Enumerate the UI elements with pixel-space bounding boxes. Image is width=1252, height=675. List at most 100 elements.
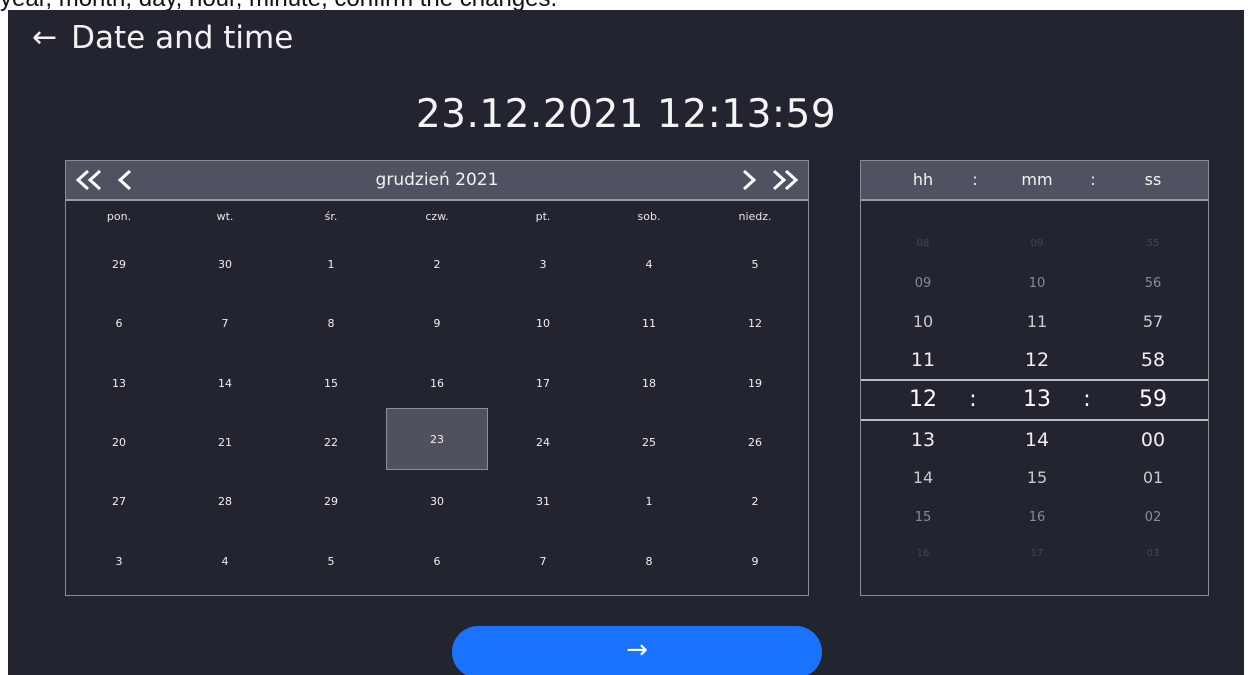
time-separator: : (1083, 387, 1091, 412)
calendar-day[interactable]: 5 (702, 235, 808, 294)
weekday-label: czw. (425, 210, 449, 223)
time-row[interactable]: 11 12 58 (861, 341, 1208, 379)
header-separator: : (972, 170, 978, 189)
minute-value: 14 (1024, 429, 1050, 451)
calendar-day[interactable]: 1 (278, 235, 384, 294)
seconds-header: ss (1144, 170, 1162, 189)
calendar-day[interactable]: 12 (702, 294, 808, 353)
calendar-day[interactable]: 3 (490, 235, 596, 294)
minute-value: 10 (1028, 276, 1046, 291)
calendar-day[interactable]: 6 (384, 532, 490, 591)
calendar-day[interactable]: 19 (702, 354, 808, 413)
calendar-day[interactable]: 29 (66, 235, 172, 294)
calendar-day[interactable]: 2 (702, 472, 808, 531)
second-value: 56 (1144, 276, 1162, 291)
calendar-day[interactable]: 8 (278, 294, 384, 353)
calendar-day[interactable]: 22 (278, 413, 384, 472)
calendar-days-grid: 29 30 1 2 3 4 5 6 7 8 9 10 11 12 13 14 15 16 17 18 19 20 21 22 2… (66, 235, 808, 591)
second-value: 55 (1146, 238, 1160, 249)
calendar-day[interactable]: 18 (596, 354, 702, 413)
calendar-day[interactable]: 31 (490, 472, 596, 531)
calendar-day[interactable]: 7 (172, 294, 278, 353)
minute-value: 15 (1026, 468, 1048, 487)
month-label: grudzień 2021 (375, 170, 499, 190)
next-month-button[interactable] (738, 161, 758, 199)
current-datetime: 23.12.2021 12:13:59 (415, 92, 837, 137)
calendar-day[interactable]: 29 (278, 472, 384, 531)
next-year-button[interactable] (766, 161, 802, 199)
calendar-day[interactable]: 24 (490, 413, 596, 472)
calendar-day[interactable]: 10 (490, 294, 596, 353)
hour-value: 14 (912, 468, 934, 487)
second-value: 57 (1142, 312, 1164, 331)
calendar-day[interactable]: 30 (384, 472, 490, 531)
calendar-day[interactable]: 14 (172, 354, 278, 413)
second-value: 00 (1140, 429, 1166, 451)
time-picker: hh : mm : ss 08 09 55 09 10 56 10 11 57 11 12 58 12 1… (860, 160, 1209, 596)
second-value: 01 (1142, 468, 1164, 487)
calendar-day[interactable]: 2 (384, 235, 490, 294)
calendar-day[interactable]: 9 (384, 294, 490, 353)
calendar-day[interactable]: 17 (490, 354, 596, 413)
calendar-day[interactable]: 26 (702, 413, 808, 472)
hour-value: 08 (916, 238, 930, 249)
minute-value: 17 (1030, 548, 1044, 559)
minute-value: 09 (1030, 238, 1044, 249)
second-value: 59 (1139, 387, 1167, 412)
minute-value: 11 (1026, 312, 1048, 331)
calendar-day[interactable]: 4 (596, 235, 702, 294)
time-row[interactable]: 15 16 02 (861, 499, 1208, 537)
calendar-day[interactable]: 9 (702, 532, 808, 591)
time-row[interactable]: 09 10 56 (861, 265, 1208, 303)
weekday-label: sob. (637, 210, 661, 223)
minute-value: 13 (1023, 387, 1051, 412)
calendar-day[interactable]: 28 (172, 472, 278, 531)
hour-value: 12 (909, 387, 937, 412)
calendar-day[interactable]: 1 (596, 472, 702, 531)
time-row[interactable]: 16 17 03 (861, 535, 1208, 573)
calendar-day[interactable]: 21 (172, 413, 278, 472)
back-arrow-icon[interactable]: ← (32, 23, 57, 53)
time-separator: : (969, 387, 977, 412)
time-picker-header: hh : mm : ss (861, 161, 1208, 201)
calendar-day-selected[interactable]: 23 (386, 407, 488, 471)
confirm-button[interactable]: → (452, 626, 822, 675)
weekday-row: pon. wt. śr. czw. pt. sob. niedz. (66, 205, 808, 229)
hour-value: 10 (912, 312, 934, 331)
calendar-day[interactable]: 5 (278, 532, 384, 591)
date-time-screen: ← Date and time 23.12.2021 12:13:59 grud… (8, 10, 1244, 675)
hour-value: 16 (916, 548, 930, 559)
calendar-day[interactable]: 6 (66, 294, 172, 353)
minute-value: 12 (1024, 349, 1050, 371)
chevron-right-icon (742, 169, 757, 191)
calendar-day[interactable]: 11 (596, 294, 702, 353)
time-row[interactable]: 13 14 00 (861, 421, 1208, 459)
calendar-day[interactable]: 4 (172, 532, 278, 591)
hour-value: 13 (910, 429, 936, 451)
page-header: ← Date and time (32, 16, 293, 60)
minutes-header: mm (1021, 170, 1053, 189)
calendar-day[interactable]: 16 (384, 354, 490, 413)
second-value: 03 (1146, 548, 1160, 559)
time-row[interactable]: 10 11 57 (861, 303, 1208, 341)
calendar-day[interactable]: 25 (596, 413, 702, 472)
weekday-label: pon. (106, 210, 132, 223)
time-row-selected[interactable]: 12 13 59:: (861, 379, 1208, 421)
calendar-day[interactable]: 30 (172, 235, 278, 294)
calendar-day[interactable]: 7 (490, 532, 596, 591)
calendar-day[interactable]: 8 (596, 532, 702, 591)
calendar-day[interactable]: 3 (66, 532, 172, 591)
header-separator: : (1090, 170, 1096, 189)
weekday-label: śr. (324, 210, 338, 223)
calendar-day[interactable]: 13 (66, 354, 172, 413)
weekday-label: pt. (535, 210, 551, 223)
second-value: 02 (1144, 510, 1162, 525)
second-value: 58 (1140, 349, 1166, 371)
time-row[interactable]: 14 15 01 (861, 459, 1208, 497)
hour-value: 15 (914, 510, 932, 525)
calendar-day[interactable]: 20 (66, 413, 172, 472)
calendar-day[interactable]: 27 (66, 472, 172, 531)
time-row[interactable]: 08 09 55 (861, 225, 1208, 263)
calendar: grudzień 2021 pon. wt. śr. czw. pt. sob.… (65, 160, 809, 596)
calendar-day[interactable]: 15 (278, 354, 384, 413)
